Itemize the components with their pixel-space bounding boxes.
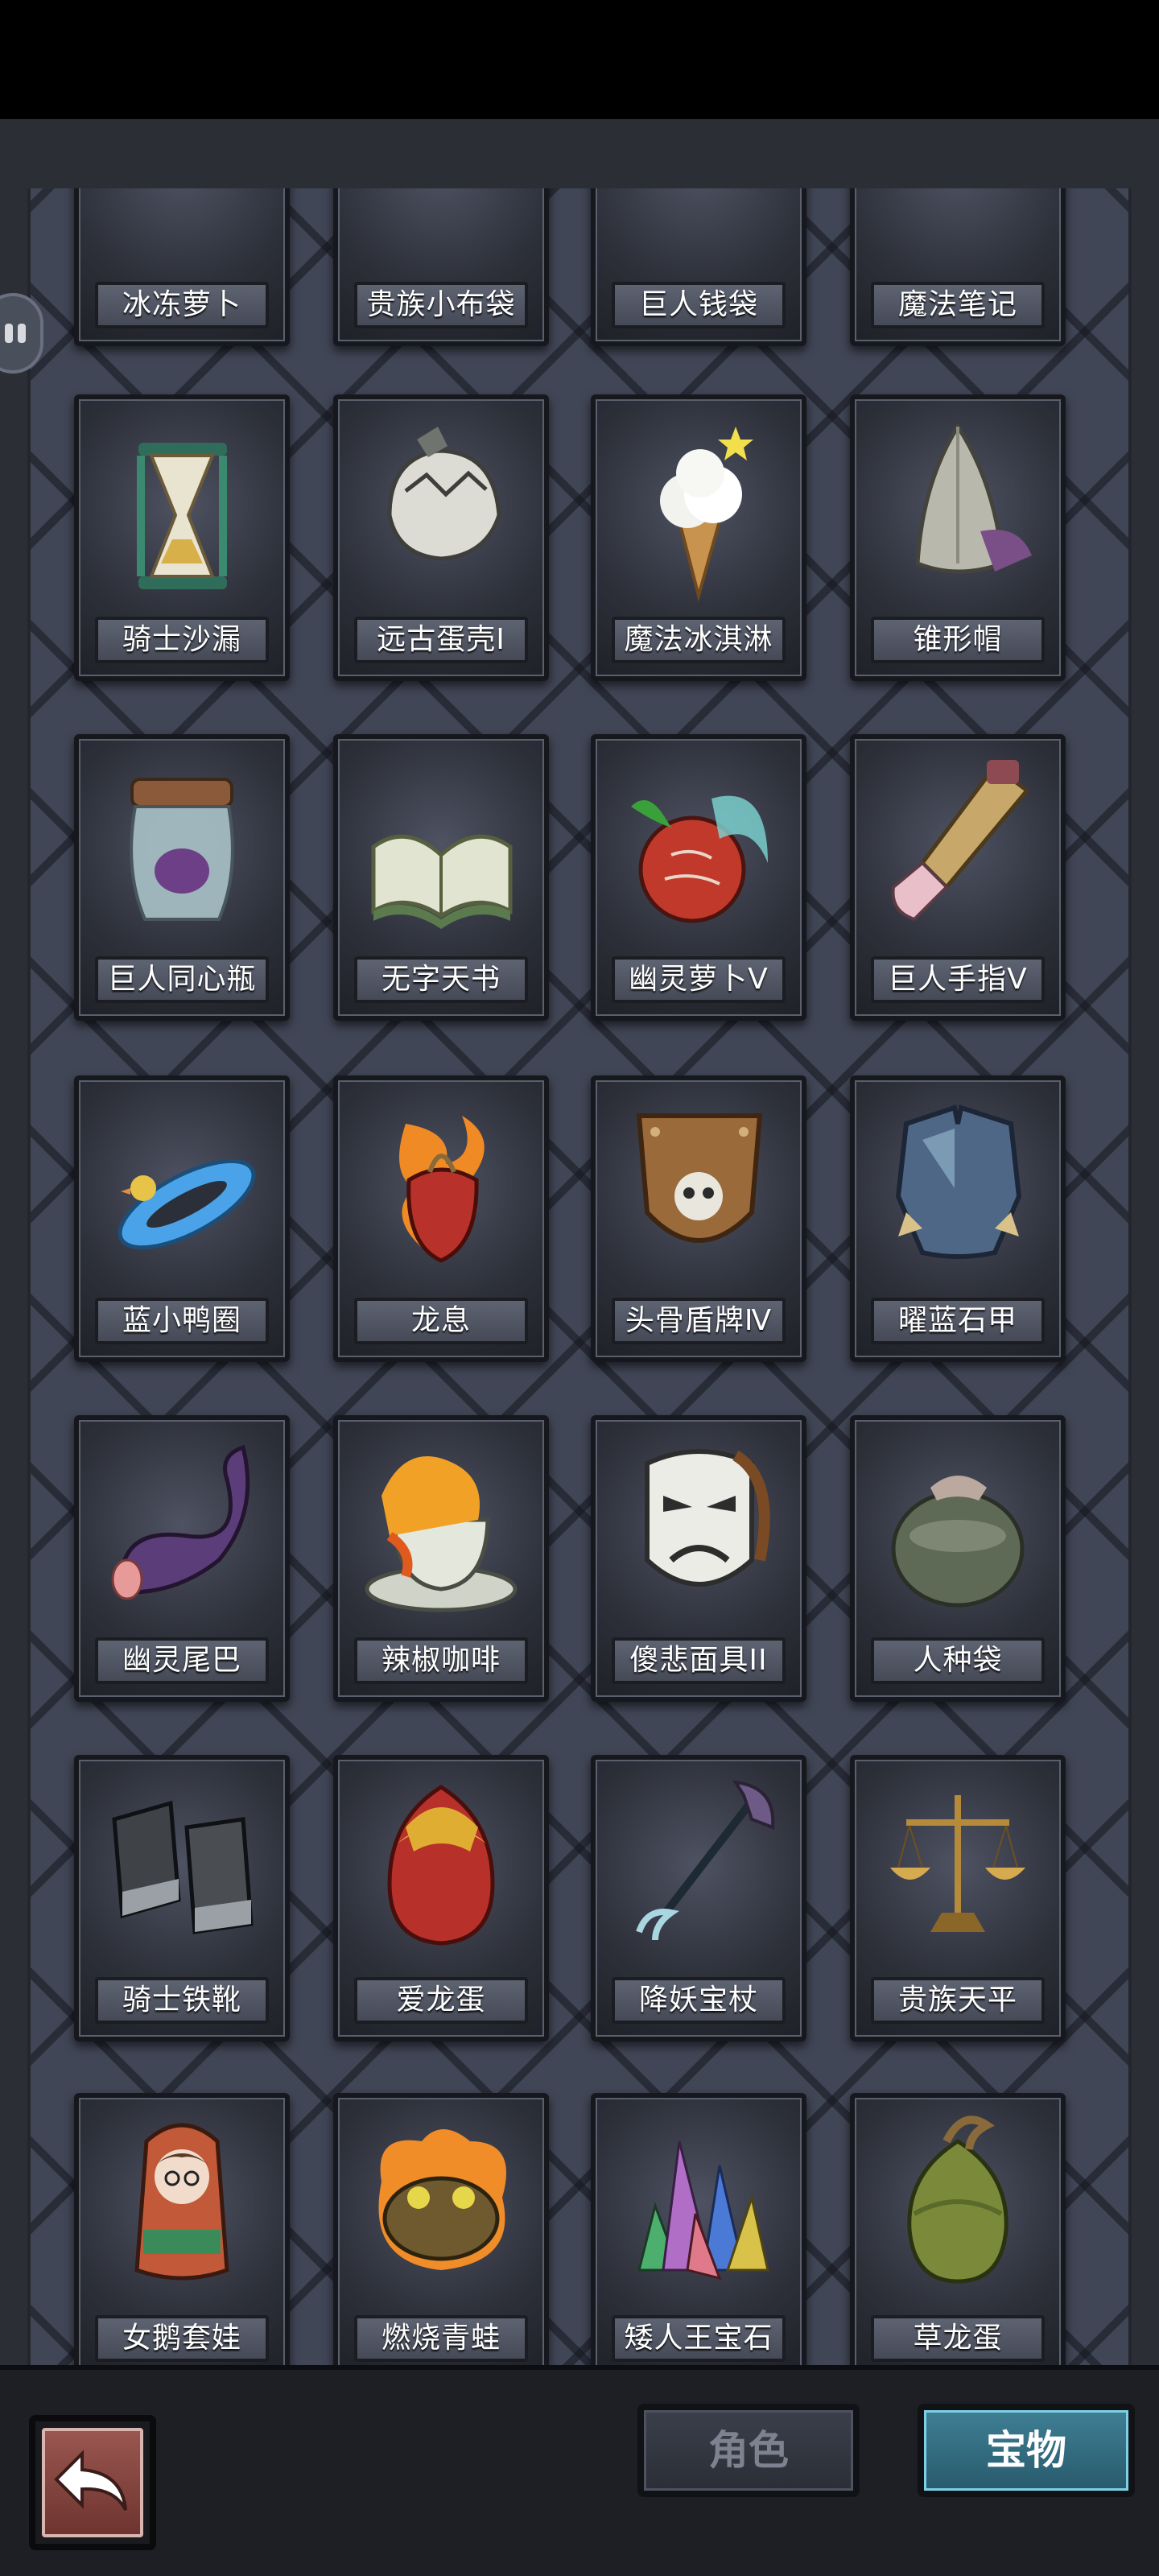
crystal-gems-icon	[615, 2109, 782, 2302]
back-arrow-icon	[54, 2450, 127, 2511]
seed-bag-icon	[874, 1431, 1041, 1624]
treasure-item[interactable]: 幽灵萝卜V	[591, 734, 806, 1021]
treasure-item[interactable]: 无字天书	[333, 734, 549, 1021]
back-button[interactable]	[29, 2415, 156, 2550]
armor-icon	[874, 1092, 1041, 1285]
treasure-item-label: 骑士铁靴	[95, 1977, 269, 2024]
dragon-egg-icon	[357, 1771, 525, 1964]
treasure-item-label: 矮人王宝石	[612, 2315, 786, 2362]
nesting-doll-icon	[98, 2109, 266, 2302]
tab-role[interactable]: 角色	[637, 2404, 860, 2497]
staff-icon	[615, 1771, 782, 1964]
treasure-item[interactable]: 锥形帽	[850, 394, 1066, 681]
cone-helmet-icon	[874, 411, 1041, 604]
treasure-item-label: 贵族天平	[871, 1977, 1045, 2024]
treasure-item-label: 幽灵萝卜V	[612, 956, 786, 1003]
treasure-item[interactable]: 巨人同心瓶	[74, 734, 290, 1021]
treasure-item-label: 贵族小布袋	[354, 282, 528, 328]
giant-finger-icon	[874, 750, 1041, 943]
treasure-item[interactable]: 龙息	[333, 1075, 549, 1362]
side-pull-handle[interactable]	[0, 293, 43, 374]
treasure-item-label: 巨人同心瓶	[95, 956, 269, 1003]
burning-frog-icon	[357, 2109, 525, 2302]
scales-icon	[874, 1771, 1041, 1964]
treasure-item-label: 冰冻萝卜	[95, 282, 269, 328]
treasure-item[interactable]: 曜蓝石甲	[850, 1075, 1066, 1362]
treasure-item-label: 曜蓝石甲	[871, 1298, 1045, 1344]
treasure-item[interactable]: 草龙蛋	[850, 2093, 1066, 2365]
treasure-item-label: 魔法笔记	[871, 282, 1045, 328]
treasure-item[interactable]: 巨人手指V	[850, 734, 1066, 1021]
treasure-item[interactable]: 头骨盾牌Ⅳ	[591, 1075, 806, 1362]
treasure-item[interactable]: 辣椒咖啡	[333, 1415, 549, 1702]
treasure-item-label: 头骨盾牌Ⅳ	[612, 1298, 786, 1344]
treasure-item-label: 蓝小鸭圈	[95, 1298, 269, 1344]
grass-dragon-egg-icon	[874, 2109, 1041, 2302]
treasure-item[interactable]: 幽灵尾巴	[74, 1415, 290, 1702]
book-icon	[357, 750, 525, 943]
treasure-item[interactable]: 魔法冰淇淋	[591, 394, 806, 681]
treasure-item-label: 龙息	[354, 1298, 528, 1344]
treasure-item-label: 骑士沙漏	[95, 617, 269, 663]
ghost-radish-icon	[615, 750, 782, 943]
treasure-item-label: 远古蛋壳I	[354, 617, 528, 663]
treasure-item[interactable]: 骑士铁靴	[74, 1755, 290, 2041]
treasure-item-label: 草龙蛋	[871, 2315, 1045, 2362]
treasure-item-label: 锥形帽	[871, 617, 1045, 663]
ice-cream-icon	[615, 411, 782, 604]
treasure-item[interactable]: 女鹅套娃	[74, 2093, 290, 2365]
treasure-item[interactable]: 傻悲面具II	[591, 1415, 806, 1702]
duck-ring-icon	[98, 1092, 266, 1285]
treasure-item-label: 女鹅套娃	[95, 2315, 269, 2362]
tab-treasure[interactable]: 宝物	[918, 2404, 1135, 2497]
coffee-cup-icon	[357, 1431, 525, 1624]
hourglass-icon	[98, 411, 266, 604]
treasure-item-label: 巨人钱袋	[612, 282, 786, 328]
treasure-item[interactable]: 降妖宝杖	[591, 1755, 806, 2041]
flaming-heart-icon	[357, 1092, 525, 1285]
treasure-item-label: 巨人手指V	[871, 956, 1045, 1003]
skull-shield-icon	[615, 1092, 782, 1285]
iron-boots-icon	[98, 1771, 266, 1964]
back-button-face	[42, 2428, 143, 2537]
treasure-item-label: 爱龙蛋	[354, 1977, 528, 2024]
handle-dot-icon	[5, 324, 13, 343]
treasure-item[interactable]: 人种袋	[850, 1415, 1066, 1702]
treasure-item-label: 辣椒咖啡	[354, 1637, 528, 1684]
jar-icon	[98, 750, 266, 943]
treasure-item-label: 傻悲面具II	[612, 1637, 786, 1684]
tail-icon	[98, 1431, 266, 1624]
eggshell-icon	[357, 411, 525, 604]
treasure-grid[interactable]: 冰冻萝卜 贵族小布袋 巨人钱袋 魔法笔记骑士沙漏 远古蛋壳I 魔法冰淇淋 锥形帽巨人同心瓶 无…	[0, 188, 1159, 2365]
treasure-item[interactable]: 远古蛋壳I	[333, 394, 549, 681]
bottom-nav-bar: 角色 宝物	[0, 2365, 1159, 2576]
treasure-item[interactable]: 爱龙蛋	[333, 1755, 549, 2041]
treasure-item[interactable]: 矮人王宝石	[591, 2093, 806, 2365]
handle-dot-icon	[18, 324, 26, 343]
treasure-item-label: 人种袋	[871, 1637, 1045, 1684]
treasure-item-label: 降妖宝杖	[612, 1977, 786, 2024]
treasure-item[interactable]: 贵族天平	[850, 1755, 1066, 2041]
treasure-item[interactable]: 蓝小鸭圈	[74, 1075, 290, 1362]
treasure-item-label: 无字天书	[354, 956, 528, 1003]
treasure-item[interactable]: 燃烧青蛙	[333, 2093, 549, 2365]
mask-icon	[615, 1431, 782, 1624]
treasure-item-label: 燃烧青蛙	[354, 2315, 528, 2362]
top-black-area	[0, 0, 1159, 119]
treasure-item[interactable]: 骑士沙漏	[74, 394, 290, 681]
treasure-item-label: 魔法冰淇淋	[612, 617, 786, 663]
treasure-item-label: 幽灵尾巴	[95, 1637, 269, 1684]
